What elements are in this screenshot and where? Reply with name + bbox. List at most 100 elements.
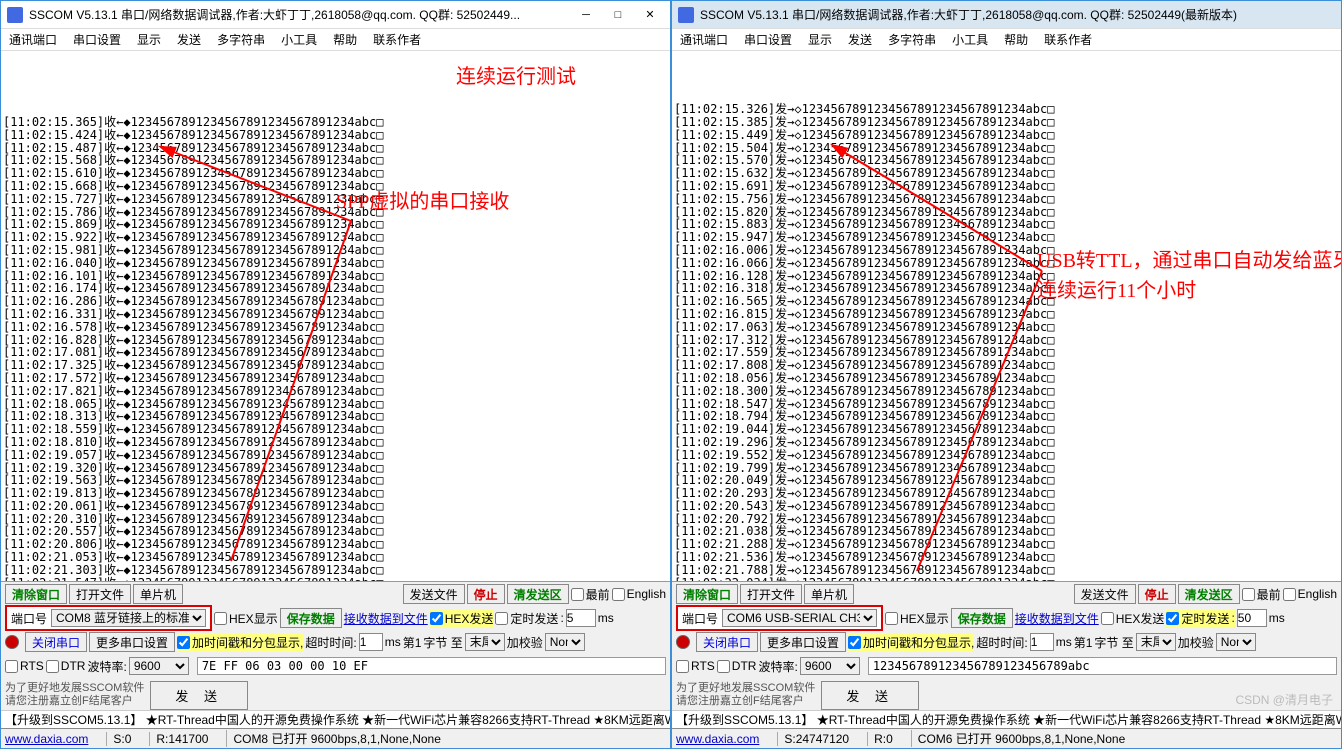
bottom-panel-left: 清除窗口 打开文件 单片机 发送文件 停止 清发送区 最前 English 端口… — [1, 581, 670, 727]
maximize-button[interactable]: □ — [604, 5, 632, 25]
close-button[interactable]: ✕ — [636, 5, 664, 25]
send-button[interactable]: 发 送 — [821, 681, 919, 710]
front-checkbox[interactable]: 最前 — [1242, 586, 1281, 603]
port-selector-left[interactable]: 端口号 COM8 蓝牙链接上的标准串行 — [5, 605, 212, 631]
send-file-button[interactable]: 发送文件 — [403, 584, 465, 604]
note-line-1: 为了更好地发展SSCOM软件 — [5, 682, 144, 695]
send-file-button[interactable]: 发送文件 — [1074, 584, 1136, 604]
recv-to-file-link[interactable]: 接收数据到文件 — [1015, 610, 1099, 627]
send-data-box[interactable]: 7E FF 06 03 00 00 10 EF — [197, 657, 666, 675]
send-data-box[interactable]: 123456789123456789123456789abc — [868, 657, 1337, 675]
timestamp-checkbox[interactable]: 加时间戳和分包显示, — [848, 634, 974, 651]
rts-checkbox[interactable]: RTS — [676, 659, 715, 673]
window-title: SSCOM V5.13.1 串口/网络数据调试器,作者:大虾丁丁,2618058… — [29, 6, 572, 23]
clear-send-button[interactable]: 清发送区 — [1178, 584, 1240, 604]
menu-item[interactable]: 通讯端口 — [9, 31, 57, 48]
baud-select[interactable]: 9600 — [800, 657, 860, 675]
timed-send-checkbox[interactable]: 定时发送: — [1166, 610, 1234, 627]
save-data-button[interactable]: 保存数据 — [951, 608, 1013, 628]
menu-item[interactable]: 帮助 — [333, 31, 357, 48]
menu-item[interactable]: 帮助 — [1004, 31, 1028, 48]
port-selector-right[interactable]: 端口号 COM6 USB-SERIAL CH340 — [676, 605, 883, 631]
send-button[interactable]: 发 送 — [150, 681, 248, 710]
recv-to-file-link[interactable]: 接收数据到文件 — [344, 610, 428, 627]
title-bar-right: SSCOM V5.13.1 串口/网络数据调试器,作者:大虾丁丁,2618058… — [672, 1, 1341, 29]
open-file-button[interactable]: 打开文件 — [69, 584, 131, 604]
timeout-input[interactable] — [1030, 633, 1054, 651]
hex-send-checkbox[interactable]: HEX发送 — [1101, 610, 1165, 627]
timed-value-input[interactable] — [1237, 609, 1267, 627]
open-file-button[interactable]: 打开文件 — [740, 584, 802, 604]
check-select[interactable]: None — [1216, 633, 1256, 651]
dtr-checkbox[interactable]: DTR — [717, 659, 757, 673]
end-select[interactable]: 末尾 — [465, 633, 505, 651]
close-port-button[interactable]: 关闭串口 — [696, 632, 758, 652]
status-bar-left: www.daxia.com S:0 R:141700 COM8 已打开 9600… — [1, 728, 670, 748]
timeout-input[interactable] — [359, 633, 383, 651]
menu-item[interactable]: 串口设置 — [744, 31, 792, 48]
note-line-2: 请您注册嘉立创F结尾客户 — [676, 695, 815, 708]
close-port-button[interactable]: 关闭串口 — [25, 632, 87, 652]
window-title: SSCOM V5.13.1 串口/网络数据调试器,作者:大虾丁丁,2618058… — [700, 6, 1335, 23]
clear-send-button[interactable]: 清发送区 — [507, 584, 569, 604]
status-info: COM6 已打开 9600bps,8,1,None,None — [911, 730, 1125, 747]
english-checkbox[interactable]: English — [1283, 587, 1337, 601]
save-data-button[interactable]: 保存数据 — [280, 608, 342, 628]
promo-bar: 【升级到SSCOM5.13.1】 ★RT-Thread中国人的开源免费操作系统 … — [1, 710, 670, 728]
menu-bar: 通讯端口串口设置显示发送多字符串小工具帮助联系作者 — [1, 29, 670, 51]
baud-select[interactable]: 9600 — [129, 657, 189, 675]
status-bar-right: www.daxia.com S:24747120 R:0 COM6 已打开 96… — [672, 728, 1341, 748]
stop-button[interactable]: 停止 — [467, 584, 505, 604]
menu-item[interactable]: 小工具 — [952, 31, 988, 48]
clear-window-button[interactable]: 清除窗口 — [5, 584, 67, 604]
port-dropdown[interactable]: COM6 USB-SERIAL CH340 — [722, 609, 877, 627]
note-line-1: 为了更好地发展SSCOM软件 — [676, 682, 815, 695]
minimize-button[interactable]: ─ — [572, 5, 600, 25]
timed-send-checkbox[interactable]: 定时发送: — [495, 610, 563, 627]
menu-bar: 通讯端口串口设置显示发送多字符串小工具帮助联系作者 — [672, 29, 1341, 51]
watermark: CSDN @清月电子 — [1235, 691, 1333, 708]
end-select[interactable]: 末尾 — [1136, 633, 1176, 651]
menu-item[interactable]: 显示 — [808, 31, 832, 48]
menu-item[interactable]: 发送 — [848, 31, 872, 48]
dtr-checkbox[interactable]: DTR — [46, 659, 86, 673]
status-sent: S:0 — [106, 732, 131, 746]
status-url[interactable]: www.daxia.com — [5, 732, 88, 746]
status-info: COM8 已打开 9600bps,8,1,None,None — [226, 730, 440, 747]
menu-item[interactable]: 串口设置 — [73, 31, 121, 48]
hex-send-checkbox[interactable]: HEX发送 — [430, 610, 494, 627]
english-checkbox[interactable]: English — [612, 587, 666, 601]
hex-show-checkbox[interactable]: HEX显示 — [214, 610, 278, 627]
annotation-title: 连续运行测试 — [456, 71, 576, 84]
menu-item[interactable]: 通讯端口 — [680, 31, 728, 48]
hex-show-checkbox[interactable]: HEX显示 — [885, 610, 949, 627]
menu-item[interactable]: 小工具 — [281, 31, 317, 48]
log-area-right: USB转TTL，通过串口自动发给蓝牙芯片50ms发一次，每次35byte连续运行… — [672, 51, 1341, 581]
menu-item[interactable]: 联系作者 — [373, 31, 421, 48]
note-line-2: 请您注册嘉立创F结尾客户 — [5, 695, 144, 708]
timed-value-input[interactable] — [566, 609, 596, 627]
status-recv: R:141700 — [149, 732, 208, 746]
log-area-left: 连续运行测试 SPP虚拟的串口接收 [11:02:15.365]收←◆12345… — [1, 51, 670, 581]
promo-bar: 【升级到SSCOM5.13.1】 ★RT-Thread中国人的开源免费操作系统 … — [672, 710, 1341, 728]
mcu-button[interactable]: 单片机 — [804, 584, 854, 604]
rts-checkbox[interactable]: RTS — [5, 659, 44, 673]
more-port-button[interactable]: 更多串口设置 — [760, 632, 846, 652]
more-port-button[interactable]: 更多串口设置 — [89, 632, 175, 652]
menu-item[interactable]: 发送 — [177, 31, 201, 48]
menu-item[interactable]: 多字符串 — [888, 31, 936, 48]
check-select[interactable]: None — [545, 633, 585, 651]
status-sent: S:24747120 — [777, 732, 849, 746]
port-status-indicator — [5, 635, 19, 649]
mcu-button[interactable]: 单片机 — [133, 584, 183, 604]
app-icon — [678, 7, 694, 23]
stop-button[interactable]: 停止 — [1138, 584, 1176, 604]
menu-item[interactable]: 多字符串 — [217, 31, 265, 48]
menu-item[interactable]: 联系作者 — [1044, 31, 1092, 48]
port-dropdown[interactable]: COM8 蓝牙链接上的标准串行 — [51, 609, 206, 627]
menu-item[interactable]: 显示 — [137, 31, 161, 48]
clear-window-button[interactable]: 清除窗口 — [676, 584, 738, 604]
status-url[interactable]: www.daxia.com — [676, 732, 759, 746]
front-checkbox[interactable]: 最前 — [571, 586, 610, 603]
timestamp-checkbox[interactable]: 加时间戳和分包显示, — [177, 634, 303, 651]
